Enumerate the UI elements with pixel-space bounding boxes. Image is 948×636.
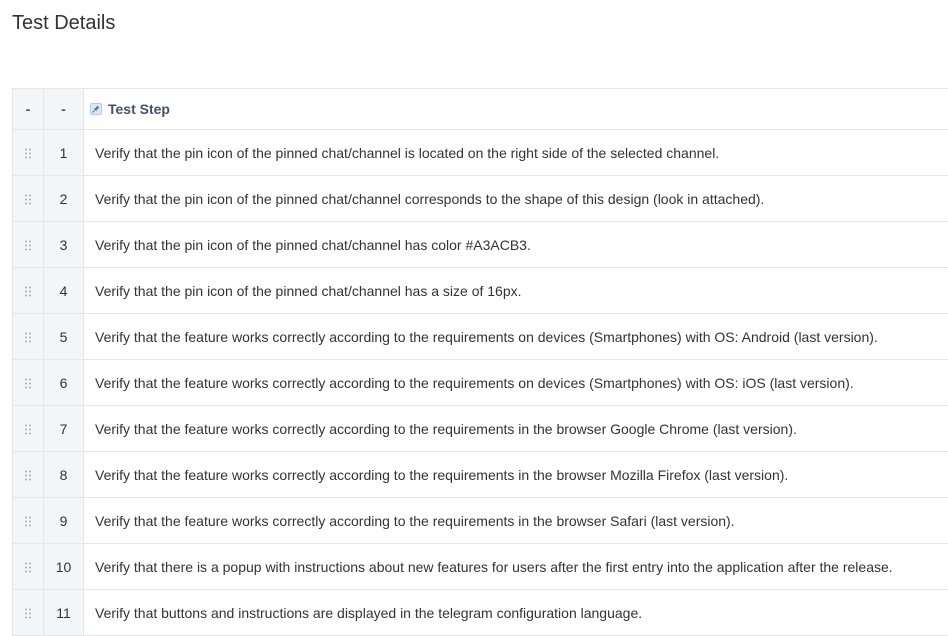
table-row[interactable]: 1Verify that the pin icon of the pinned … [13,130,948,176]
test-steps-table-container: - - Test Step 1Verify that the pin icon … [12,88,948,636]
test-step-text[interactable]: Verify that the feature works correctly … [84,406,948,452]
step-number: 2 [44,176,84,222]
pin-icon[interactable] [90,103,102,115]
table-body: 1Verify that the pin icon of the pinned … [13,130,948,636]
drag-handle-icon[interactable] [24,240,32,251]
test-step-text[interactable]: Verify that the pin icon of the pinned c… [84,222,948,268]
test-step-text[interactable]: Verify that the pin icon of the pinned c… [84,268,948,314]
drag-handle-icon[interactable] [24,470,32,481]
drag-handle-icon[interactable] [24,608,32,619]
drag-handle-icon[interactable] [24,286,32,297]
drag-handle-cell[interactable] [13,130,44,176]
step-number: 1 [44,130,84,176]
test-step-text[interactable]: Verify that there is a popup with instru… [84,544,948,590]
drag-handle-cell[interactable] [13,406,44,452]
drag-handle-icon[interactable] [24,562,32,573]
table-row[interactable]: 7Verify that the feature works correctly… [13,406,948,452]
table-row[interactable]: 9Verify that the feature works correctly… [13,498,948,544]
test-step-text[interactable]: Verify that the pin icon of the pinned c… [84,130,948,176]
table-row[interactable]: 3Verify that the pin icon of the pinned … [13,222,948,268]
test-steps-table: - - Test Step 1Verify that the pin icon … [12,88,948,636]
table-row[interactable]: 6Verify that the feature works correctly… [13,360,948,406]
step-number: 5 [44,314,84,360]
drag-handle-cell[interactable] [13,452,44,498]
test-step-text[interactable]: Verify that the feature works correctly … [84,360,948,406]
table-header-row: - - Test Step [13,89,948,130]
drag-handle-icon[interactable] [24,424,32,435]
step-number: 8 [44,452,84,498]
drag-handle-cell[interactable] [13,176,44,222]
page-title: Test Details [12,12,115,35]
step-number: 7 [44,406,84,452]
table-row[interactable]: 4Verify that the pin icon of the pinned … [13,268,948,314]
step-number: 9 [44,498,84,544]
test-step-text[interactable]: Verify that the feature works correctly … [84,452,948,498]
drag-handle-icon[interactable] [24,148,32,159]
step-number: 6 [44,360,84,406]
drag-handle-icon[interactable] [24,516,32,527]
header-handle-column[interactable]: - [13,89,44,130]
drag-handle-cell[interactable] [13,498,44,544]
header-number-column[interactable]: - [44,89,84,130]
step-number: 4 [44,268,84,314]
drag-handle-icon[interactable] [24,194,32,205]
drag-handle-icon[interactable] [24,332,32,343]
header-test-step-label: Test Step [108,101,170,117]
table-row[interactable]: 10Verify that there is a popup with inst… [13,544,948,590]
test-step-text[interactable]: Verify that the pin icon of the pinned c… [84,176,948,222]
drag-handle-icon[interactable] [24,378,32,389]
table-row[interactable]: 5Verify that the feature works correctly… [13,314,948,360]
table-row[interactable]: 8Verify that the feature works correctly… [13,452,948,498]
drag-handle-cell[interactable] [13,314,44,360]
drag-handle-cell[interactable] [13,268,44,314]
test-step-text[interactable]: Verify that the feature works correctly … [84,498,948,544]
test-step-text[interactable]: Verify that the feature works correctly … [84,314,948,360]
drag-handle-cell[interactable] [13,360,44,406]
drag-handle-cell[interactable] [13,544,44,590]
table-row[interactable]: 2Verify that the pin icon of the pinned … [13,176,948,222]
drag-handle-cell[interactable] [13,222,44,268]
step-number: 3 [44,222,84,268]
step-number: 10 [44,544,84,590]
header-test-step-column[interactable]: Test Step [84,89,948,130]
